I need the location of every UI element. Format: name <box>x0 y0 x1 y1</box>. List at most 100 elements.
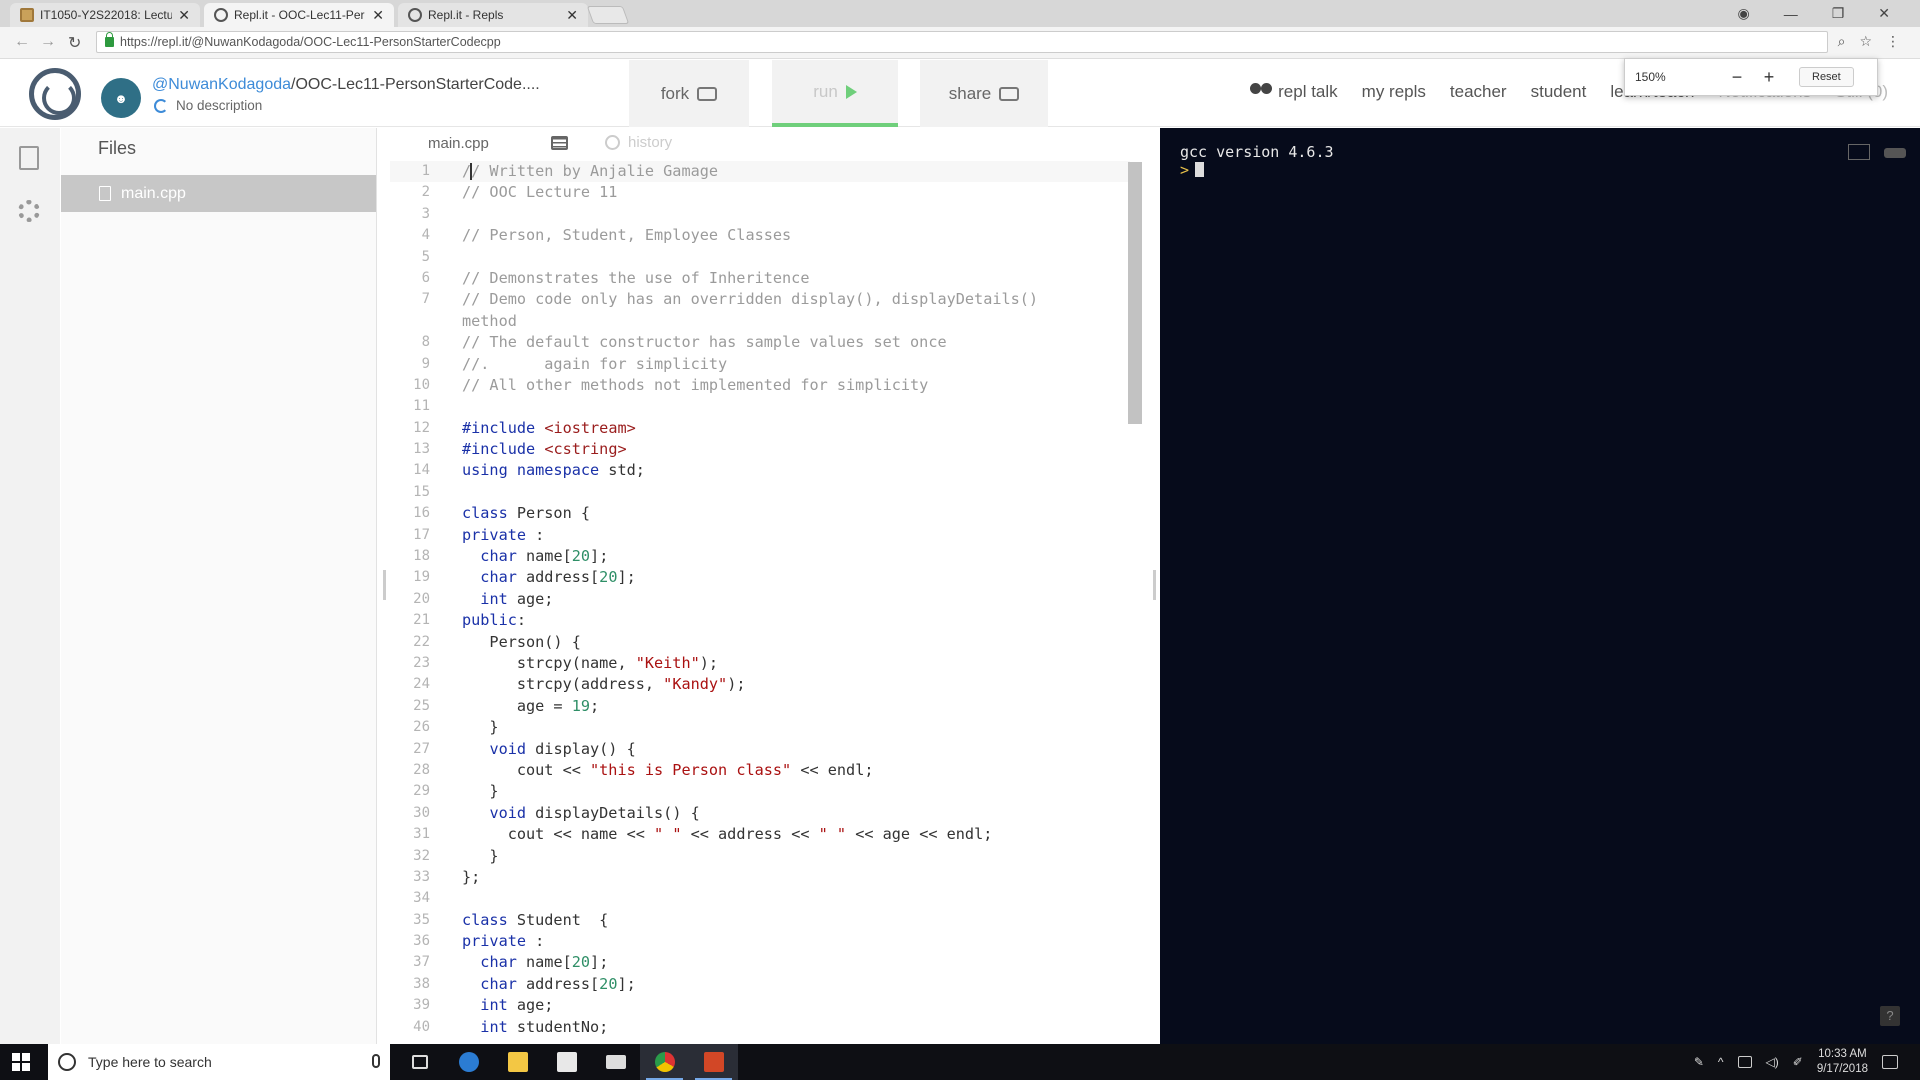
file-icon <box>99 186 111 201</box>
close-tab-icon[interactable]: ✕ <box>178 7 190 24</box>
file-name: main.cpp <box>121 184 186 202</box>
line-number: 15 <box>413 483 430 500</box>
code-line: 28 cout << "this is Person class" << end… <box>390 760 1130 781</box>
ink-icon[interactable]: ✐ <box>1793 1055 1803 1069</box>
notifications-icon[interactable] <box>1882 1055 1898 1069</box>
cortana-icon <box>58 1053 76 1071</box>
history-clock-icon <box>605 135 620 150</box>
editor-tab-main-cpp[interactable]: main.cpp <box>428 135 489 152</box>
line-text: void display() { <box>489 739 636 758</box>
taskbar-search-placeholder: Type here to search <box>88 1054 212 1070</box>
editor-scrollbar[interactable] <box>1128 162 1142 424</box>
taskbar-explorer[interactable] <box>493 1044 542 1080</box>
line-number: 34 <box>413 890 430 907</box>
code-line: 40 int studentNo; <box>390 1017 1130 1038</box>
help-icon[interactable]: ? <box>1880 1006 1900 1026</box>
code-editor[interactable]: main.cpp history 1 // Written by Anjalie … <box>390 128 1148 1044</box>
code-line: 36 private : <box>390 931 1130 952</box>
nav-my-repls[interactable]: my repls <box>1362 82 1426 102</box>
network-icon[interactable] <box>1737 1056 1752 1068</box>
new-tab-button[interactable] <box>586 6 630 24</box>
line-number: 8 <box>421 334 430 351</box>
line-text: // Demo code only has an overridden disp… <box>462 290 1048 330</box>
close-tab-icon[interactable]: ✕ <box>566 7 578 24</box>
back-icon[interactable]: ← <box>14 33 30 51</box>
taskbar-store[interactable] <box>542 1044 591 1080</box>
history-button[interactable]: history <box>605 134 672 151</box>
pen-icon[interactable]: ✎ <box>1694 1055 1704 1069</box>
repl-name[interactable]: OOC-Lec11-PersonStarterCode.... <box>295 76 539 93</box>
console-input-line[interactable]: > <box>1180 161 1334 179</box>
task-view-button[interactable] <box>395 1044 444 1080</box>
zoom-reset-button[interactable]: Reset <box>1799 67 1854 87</box>
repl-owner-link[interactable]: @NuwanKodagoda <box>152 76 291 93</box>
share-button[interactable]: share <box>920 60 1048 127</box>
file-item-main-cpp[interactable]: main.cpp <box>61 175 376 212</box>
close-tab-icon[interactable]: ✕ <box>372 7 384 24</box>
windows-start-icon[interactable] <box>12 1053 30 1071</box>
code-line: 13 #include <cstring> <box>390 439 1130 460</box>
menu-icon[interactable]: ⋮ <box>1886 33 1900 50</box>
restore-icon[interactable]: ❐ <box>1832 5 1845 22</box>
code-line: 4 // Person, Student, Employee Classes <box>390 225 1130 246</box>
avatar[interactable]: ☻ <box>101 78 141 118</box>
replit-favicon-icon <box>214 8 228 22</box>
fork-button[interactable]: fork <box>629 60 749 127</box>
line-text: age = 19; <box>462 696 600 715</box>
console-pane[interactable]: gcc version 4.6.3 > ? <box>1160 128 1920 1044</box>
gear-icon[interactable] <box>18 200 40 222</box>
close-window-icon[interactable]: ✕ <box>1878 5 1890 22</box>
browser-tab-active[interactable]: Repl.it - OOC-Lec11-Per ✕ <box>204 3 394 27</box>
volume-icon[interactable]: ◁) <box>1766 1055 1779 1069</box>
line-number: 30 <box>413 804 430 821</box>
people-icon <box>1250 83 1274 99</box>
nav-repl-talk[interactable]: repl talk <box>1250 82 1338 102</box>
pane-splitter[interactable] <box>1153 570 1156 600</box>
reload-icon[interactable]: ↻ <box>68 33 81 53</box>
nav-teacher[interactable]: teacher <box>1450 82 1507 102</box>
zoom-icon[interactable]: ⌕ <box>1838 33 1846 50</box>
description-text[interactable]: No description <box>176 98 262 113</box>
line-text: cout << "this is Person class" << endl; <box>462 760 874 779</box>
taskbar-chrome[interactable] <box>640 1044 689 1080</box>
code-line: 38 char address[20]; <box>390 974 1130 995</box>
files-icon[interactable] <box>19 146 39 170</box>
replit-logo-icon[interactable] <box>29 68 81 120</box>
taskbar-powerpoint[interactable] <box>689 1044 738 1080</box>
taskbar-edge[interactable] <box>444 1044 493 1080</box>
code-line: 27 void display() { <box>390 739 1130 760</box>
line-text: } <box>462 782 499 801</box>
browser-tab[interactable]: Repl.it - Repls ✕ <box>398 3 588 27</box>
tray-chevron-icon[interactable]: ^ <box>1718 1055 1724 1069</box>
code-line: 22 Person() { <box>390 632 1130 653</box>
line-number: 21 <box>413 612 430 629</box>
zoom-out-button[interactable]: − <box>1721 67 1753 88</box>
code-line: 15 <box>390 482 1130 503</box>
taskbar-search[interactable]: Type here to search <box>48 1044 390 1080</box>
line-text: char name[20]; <box>480 547 609 566</box>
taskbar-mail[interactable] <box>591 1044 640 1080</box>
line-number: 12 <box>413 419 430 436</box>
profile-icon[interactable]: ◉ <box>1737 5 1749 22</box>
forward-icon[interactable]: → <box>40 33 56 51</box>
pane-splitter[interactable] <box>383 570 386 600</box>
code-line: 30 void displayDetails() { <box>390 803 1130 824</box>
line-text: //. again for simplicity <box>462 354 728 373</box>
microphone-icon[interactable] <box>372 1054 380 1068</box>
browser-tab-title: Repl.it - OOC-Lec11-Per <box>234 8 365 22</box>
bookmark-star-icon[interactable]: ☆ <box>1859 33 1872 50</box>
line-text: // Written by Anjalie Gamage <box>462 162 719 180</box>
zoom-in-button[interactable]: + <box>1753 67 1785 88</box>
nav-student[interactable]: student <box>1531 82 1587 102</box>
line-text: class Student { <box>462 910 609 929</box>
clear-console-icon[interactable] <box>1884 148 1906 158</box>
browser-tab[interactable]: IT1050-Y2S22018: Lectu ✕ <box>10 3 200 27</box>
run-button[interactable]: run <box>772 60 898 127</box>
fork-icon <box>697 86 718 101</box>
url-input[interactable]: https://repl.it/@NuwanKodagoda/OOC-Lec11… <box>96 31 1828 53</box>
format-icon[interactable] <box>551 136 568 150</box>
expand-console-icon[interactable] <box>1848 144 1870 160</box>
minimize-icon[interactable]: — <box>1784 6 1798 22</box>
code-lines[interactable]: 1 // Written by Anjalie Gamage 2 // OOC Le… <box>390 161 1130 1038</box>
tray-clock[interactable]: 10:33 AM 9/17/2018 <box>1817 1047 1868 1077</box>
